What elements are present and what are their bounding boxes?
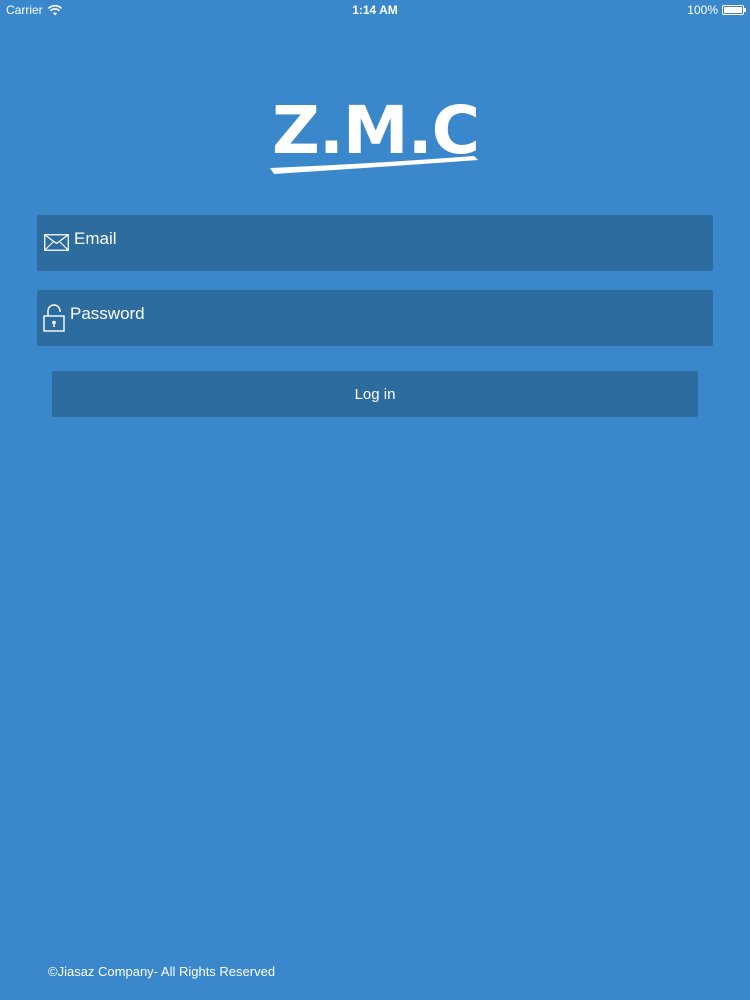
status-time: 1:14 AM bbox=[352, 3, 398, 17]
battery-tip bbox=[744, 8, 746, 12]
password-field-container bbox=[37, 290, 713, 346]
battery-fill bbox=[724, 7, 742, 13]
logo-swoosh bbox=[270, 156, 478, 174]
envelope-icon bbox=[44, 234, 69, 251]
battery-icon bbox=[722, 5, 746, 15]
copyright-footer: ©Jiasaz Company- All Rights Reserved bbox=[48, 964, 276, 979]
status-bar: Carrier 1:14 AM 100% bbox=[0, 0, 750, 20]
status-right: 100% bbox=[687, 3, 746, 17]
login-button[interactable]: Log in bbox=[52, 371, 698, 417]
unlock-icon bbox=[43, 304, 65, 332]
app-logo: Z.M.C bbox=[268, 92, 483, 182]
email-input[interactable] bbox=[74, 215, 694, 263]
email-field-container bbox=[37, 215, 713, 271]
battery-percent: 100% bbox=[687, 3, 718, 17]
password-input[interactable] bbox=[70, 290, 690, 338]
